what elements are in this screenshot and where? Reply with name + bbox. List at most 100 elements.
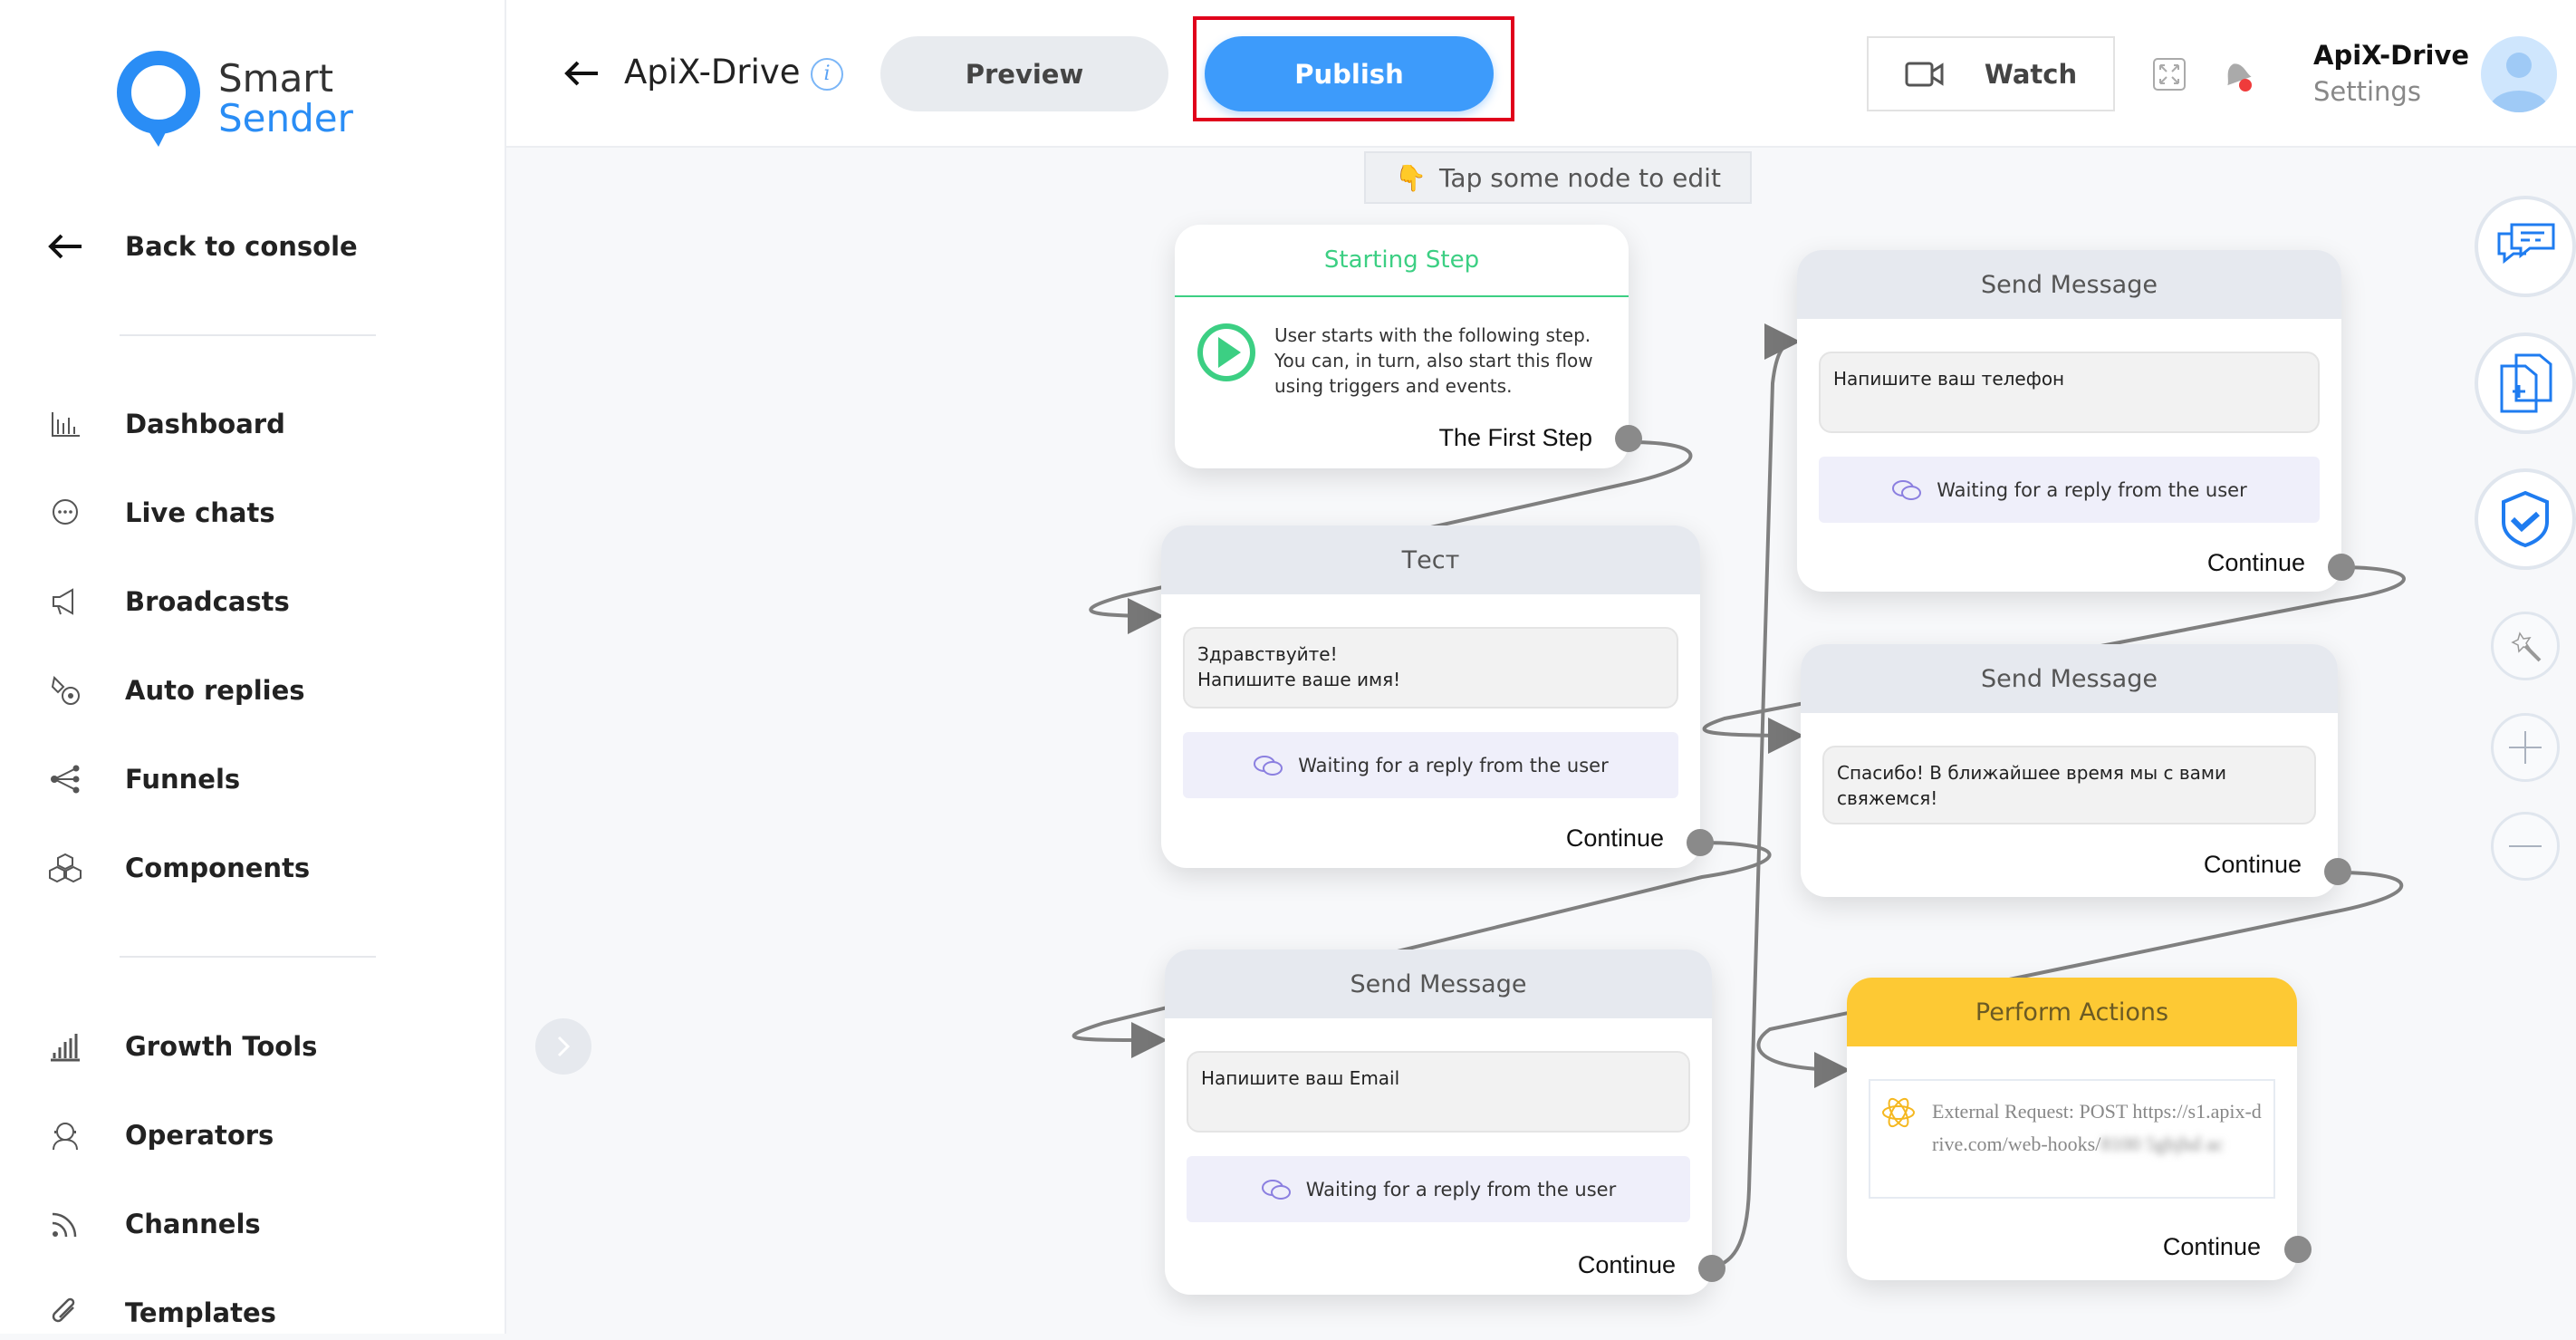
label: Channels (125, 1209, 261, 1239)
output-port[interactable] (1615, 425, 1642, 452)
node-send-message-thanks[interactable]: Send Message Спасибо! В ближайшее время … (1801, 644, 2351, 897)
sidebar-item-auto-replies[interactable]: Auto replies (45, 663, 305, 718)
paperclip-icon (45, 1293, 85, 1333)
sidebar-item-dashboard[interactable]: Dashboard (45, 397, 285, 451)
zoom-out-button[interactable] (2491, 812, 2560, 881)
message-box: Напишите ваш Email (1187, 1051, 1690, 1133)
message-line: Напишите ваше имя! (1197, 669, 1401, 690)
back-arrow-icon[interactable] (563, 60, 600, 91)
preview-button[interactable]: Preview (880, 36, 1168, 111)
video-camera-icon (1905, 62, 1944, 86)
node-starting-step[interactable]: Starting Step User starts with the follo… (1175, 225, 1642, 468)
notifications-bell-icon[interactable] (2218, 54, 2254, 98)
sidebar-item-operators[interactable]: Operators (45, 1108, 274, 1162)
output-port[interactable] (2284, 1236, 2312, 1263)
account-settings-link[interactable]: Settings (2313, 76, 2421, 107)
sidebar-item-channels[interactable]: Channels (45, 1197, 261, 1251)
connector-email-to-phone (1701, 323, 1801, 1270)
sidebar-item-templates[interactable]: Templates (45, 1286, 276, 1340)
account-name[interactable]: ApiX-Drive (2313, 40, 2469, 71)
duplicate-add-icon (2500, 353, 2552, 413)
sidebar-item-growth-tools[interactable]: Growth Tools (45, 1019, 317, 1074)
minus-icon (2509, 845, 2542, 847)
node-title: Тест (1161, 525, 1700, 594)
chat-bubbles-icon (1261, 1179, 1291, 1200)
label: Templates (125, 1297, 276, 1328)
sidebar: Smart Sender Back to console Dashboard Li… (0, 0, 506, 1334)
output-port[interactable] (1698, 1255, 1725, 1282)
plus-icon (2509, 731, 2542, 764)
chat-bubbles-icon (1254, 755, 1283, 776)
node-send-message-phone[interactable]: Send Message Напишите ваш телефон Waitin… (1797, 250, 2355, 592)
chat-bubble-icon (45, 493, 85, 533)
node-perform-actions[interactable]: Perform Actions External Request: POST h… (1847, 978, 2312, 1280)
auto-reply-icon (45, 670, 85, 710)
output-port[interactable] (2328, 554, 2355, 581)
node-output-label: Continue (1577, 1251, 1676, 1278)
magic-wand-icon (2511, 631, 2542, 662)
divider (120, 956, 376, 958)
node-title: Perform Actions (1847, 978, 2297, 1046)
sidebar-item-components[interactable]: Components (45, 841, 310, 895)
redacted-text: 8100 5gbjhd ac (2100, 1133, 2225, 1155)
headset-icon (45, 1115, 85, 1155)
node-title: Send Message (1797, 250, 2341, 319)
waiting-text: Waiting for a reply from the user (1298, 754, 1609, 776)
publish-button[interactable]: Publish (1205, 36, 1494, 111)
megaphone-icon (45, 582, 85, 622)
message-line: Здравствуйте! (1197, 643, 1338, 665)
node-title: Send Message (1801, 644, 2338, 713)
validate-tool-button[interactable] (2475, 468, 2576, 570)
watch-button[interactable]: Watch (1867, 36, 2115, 111)
shield-check-icon (2502, 490, 2549, 548)
action-box: External Request: POST https://s1.apix-d… (1869, 1079, 2275, 1199)
bar-chart-icon (45, 404, 85, 444)
action-label: External Request: POST (1932, 1100, 2128, 1123)
output-port[interactable] (2324, 858, 2351, 885)
sidebar-item-broadcasts[interactable]: Broadcasts (45, 574, 290, 629)
node-output-label: Continue (2203, 851, 2302, 878)
node-output-label: Continue (2162, 1233, 2261, 1260)
logo-text-1: Smart (218, 56, 334, 101)
cubes-icon (45, 848, 85, 888)
flow-canvas[interactable]: 👇 Tap some node to edit Starting Step Use… (506, 148, 2576, 1334)
messages-tool-button[interactable] (2475, 196, 2576, 297)
info-icon[interactable]: i (811, 58, 843, 91)
logo-text-2: Sender (218, 96, 353, 140)
label: Growth Tools (125, 1031, 318, 1062)
header: ApiX-Drive i Preview Publish Watch ApiX-… (506, 0, 2576, 148)
auto-arrange-button[interactable] (2491, 612, 2560, 680)
waiting-reply: Waiting for a reply from the user (1187, 1156, 1690, 1222)
rss-icon (45, 1204, 85, 1244)
logo: Smart Sender (115, 49, 353, 149)
message-box: Спасибо! В ближайшее время мы с вами свя… (1822, 746, 2316, 824)
sidebar-item-live-chats[interactable]: Live chats (45, 486, 275, 540)
play-circle-icon (1197, 323, 1255, 381)
chat-messages-icon (2497, 223, 2555, 265)
node-output-label: The First Step (1438, 424, 1592, 451)
label: Auto replies (125, 675, 305, 706)
label: Funnels (125, 764, 241, 795)
zoom-in-button[interactable] (2491, 713, 2560, 782)
node-send-message-email[interactable]: Send Message Напишите ваш Email Waiting … (1165, 950, 1725, 1295)
back-to-console[interactable]: Back to console (45, 219, 358, 274)
add-page-tool-button[interactable] (2475, 333, 2576, 434)
expand-panel-button[interactable] (535, 1018, 591, 1075)
atom-icon (1882, 1097, 1915, 1128)
message-box: Здравствуйте! Напишите ваше имя! (1183, 627, 1678, 709)
node-test[interactable]: Тест Здравствуйте! Напишите ваше имя! Wai… (1161, 525, 1714, 868)
arrow-left-icon (45, 227, 85, 266)
waiting-reply: Waiting for a reply from the user (1183, 732, 1678, 798)
avatar[interactable] (2481, 36, 2557, 112)
node-output-label: Continue (1565, 824, 1664, 852)
sidebar-item-funnels[interactable]: Funnels (45, 752, 240, 806)
fullscreen-icon[interactable] (2153, 58, 2186, 94)
growth-bars-icon (45, 1027, 85, 1066)
label: Dashboard (125, 409, 285, 439)
message-box: Напишите ваш телефон (1819, 352, 2320, 433)
node-description: User starts with the following step. You… (1274, 324, 1593, 397)
flow-title: ApiX-Drive (624, 53, 801, 92)
output-port[interactable] (1687, 829, 1714, 856)
logo-icon (117, 51, 200, 147)
label: Live chats (125, 497, 275, 528)
